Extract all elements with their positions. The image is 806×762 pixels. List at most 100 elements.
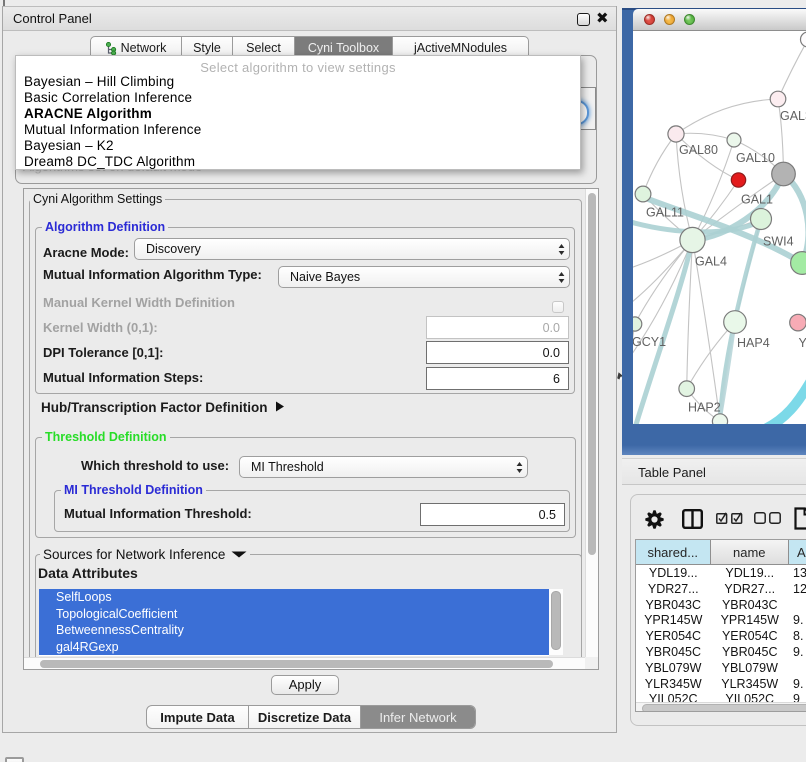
list-scrollbar-thumb[interactable] [551, 591, 561, 650]
kernel-width-label: Kernel Width (0,1): [43, 320, 158, 335]
list-item-selected[interactable]: TopologicalCoefficient [39, 606, 549, 623]
collapse-arrow-icon[interactable] [231, 551, 247, 558]
table-row[interactable]: YER054C YER054C 8. [636, 629, 806, 645]
cell-shared-name: YPR145W [636, 613, 711, 629]
table-row[interactable]: YIL052C YIL052C 9 [636, 692, 806, 702]
node-label: GAL3 [780, 109, 806, 123]
gear-icon[interactable] [645, 510, 664, 529]
tab-infer-network[interactable]: Infer Network [361, 706, 475, 728]
document-icon[interactable] [794, 507, 806, 530]
tab-impute-data[interactable]: Impute Data [147, 706, 249, 728]
minimize-traffic-light[interactable] [664, 14, 675, 25]
network-graph: GAL3 GAL80 GAL10 GAL1 GAL11 SWI4 GAL4 GC… [633, 31, 806, 424]
apply-button[interactable]: Apply [271, 675, 339, 695]
network-window-titlebar[interactable] [633, 9, 806, 31]
node-gal4[interactable] [680, 227, 705, 252]
group-title: MI Threshold Definition [61, 483, 206, 497]
horizontal-scrollbar-thumb[interactable] [40, 660, 553, 668]
node[interactable] [801, 32, 806, 47]
table-row[interactable]: YPR145W YPR145W 9. [636, 613, 806, 629]
algorithm-option[interactable]: Mutual Information Inference [24, 122, 201, 137]
cell-shared-name: YER054C [636, 629, 711, 645]
node-label: GAL4 [695, 255, 727, 269]
node-hap2[interactable] [679, 381, 695, 397]
vertical-scrollbar-thumb[interactable] [588, 193, 596, 555]
table-row[interactable]: YDR27... YDR27... 12 [636, 582, 806, 598]
control-panel-window: Control Panel ✖ Network Style Select Cyn… [2, 6, 617, 733]
algorithm-option-selected[interactable]: ARACNE Algorithm [24, 106, 152, 121]
node-gal3[interactable] [770, 91, 786, 107]
combo-value: Discovery [135, 242, 553, 256]
columns-icon[interactable] [682, 509, 703, 529]
node-gal11[interactable] [635, 186, 651, 202]
algorithm-option[interactable]: Bayesian – K2 [24, 138, 114, 153]
column-header-name[interactable]: name [711, 540, 790, 565]
cell-shared-name: YBL079W [636, 661, 711, 677]
kernel-width-field[interactable]: 0.0 [426, 316, 569, 339]
unchecked-boxes-icon[interactable] [754, 512, 781, 524]
node-labels: GAL3 GAL80 GAL10 GAL1 GAL11 SWI4 GAL4 GC… [633, 109, 806, 415]
column-header-shared-name[interactable]: shared... [636, 540, 711, 565]
cell-shared-name: YLR345W [636, 677, 711, 693]
which-threshold-combo[interactable]: MI Threshold [239, 456, 528, 478]
checked-boxes-icon[interactable] [716, 512, 743, 524]
panel-title: Control Panel [13, 11, 92, 26]
cell-value: 8. [789, 629, 806, 645]
close-icon[interactable]: ✖ [596, 9, 609, 27]
aracne-mode-label: Aracne Mode: [43, 245, 129, 260]
table-row[interactable]: YBL079W YBL079W [636, 661, 806, 677]
column-header-partial[interactable]: A [789, 540, 806, 565]
aracne-mode-combo[interactable]: Discovery [134, 238, 570, 260]
node-label: GAL80 [679, 143, 718, 157]
mi-threshold-field[interactable]: 0.5 [420, 503, 565, 526]
float-window-icon[interactable] [577, 13, 590, 26]
node-gal10[interactable] [727, 133, 741, 147]
list-item-selected[interactable]: BetweennessCentrality [39, 622, 549, 639]
node-gcy1[interactable] [633, 317, 642, 331]
table-row[interactable]: YDL19... YDL19... 13 [636, 566, 806, 582]
data-attributes-list[interactable]: SelfLoops TopologicalCoefficient Between… [39, 589, 549, 656]
table-row[interactable]: YBR043C YBR043C [636, 598, 806, 614]
algorithm-option[interactable]: Dream8 DC_TDC Algorithm [24, 154, 195, 169]
zoom-traffic-light[interactable] [684, 14, 695, 25]
mi-type-combo[interactable]: Naive Bayes [278, 266, 570, 288]
cell-shared-name: YDR27... [636, 582, 711, 598]
expand-arrow-icon[interactable] [275, 401, 285, 412]
node-hap4[interactable] [724, 311, 747, 334]
vertical-scrollbar[interactable] [585, 189, 598, 657]
mi-steps-field[interactable]: 6 [426, 367, 569, 390]
dpi-tolerance-field[interactable]: 0.0 [426, 341, 569, 364]
frame-bottom-shade [622, 445, 806, 455]
scrollbar-corner [585, 657, 598, 669]
table-row[interactable]: YLR345W YLR345W 9. [636, 677, 806, 693]
tab-label: Network [121, 41, 167, 55]
tab-discretize-data[interactable]: Discretize Data [249, 706, 361, 728]
table-horizontal-scrollbar[interactable] [636, 702, 806, 712]
table-row[interactable]: YBR045C YBR045C 9. [636, 645, 806, 661]
horizontal-scrollbar[interactable] [24, 657, 585, 669]
node-pink[interactable] [790, 314, 806, 331]
table-scrollbar-thumb[interactable] [642, 704, 806, 712]
corner-widget [5, 757, 24, 762]
node-gal1[interactable] [731, 173, 745, 187]
algorithm-option[interactable]: Bayesian – Hill Climbing [24, 74, 174, 89]
close-traffic-light[interactable] [644, 14, 655, 25]
node-label: GAL11 [646, 206, 684, 220]
algorithm-placeholder: Select algorithm to view settings [16, 60, 580, 75]
tab-label: jActiveMNodules [414, 41, 507, 55]
list-item-selected[interactable]: gal4RGexp [39, 639, 549, 656]
list-item-selected[interactable]: SelfLoops [39, 589, 549, 606]
node-swi4[interactable] [751, 209, 772, 230]
node-gray[interactable] [772, 162, 796, 186]
cell-name: YIL052C [711, 692, 790, 702]
combo-value: Naive Bayes [279, 270, 553, 284]
cell-name: YDR27... [711, 582, 790, 598]
cell-shared-name: YBR043C [636, 598, 711, 614]
cell-value [789, 661, 806, 677]
node-bottom[interactable] [712, 414, 727, 424]
network-canvas[interactable]: GAL3 GAL80 GAL10 GAL1 GAL11 SWI4 GAL4 GC… [633, 31, 806, 424]
algorithm-option[interactable]: Basic Correlation Inference [24, 90, 192, 105]
manual-kernel-checkbox[interactable] [552, 301, 564, 313]
node-gal80[interactable] [668, 126, 684, 142]
list-scrollbar[interactable] [549, 589, 563, 655]
